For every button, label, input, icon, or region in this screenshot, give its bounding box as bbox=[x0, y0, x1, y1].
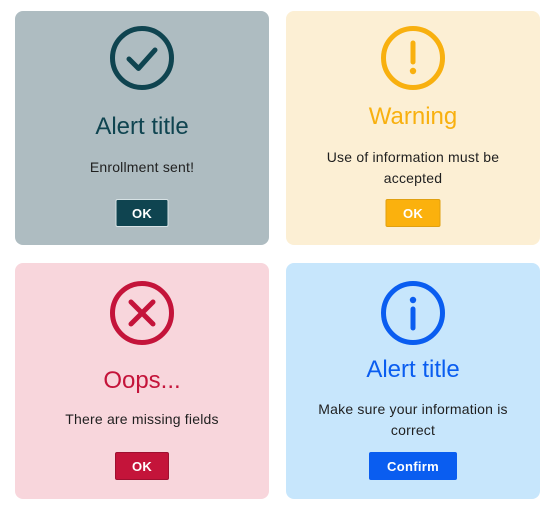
ok-button[interactable]: OK bbox=[115, 452, 169, 480]
alert-card-error: Oops... There are missing fields OK bbox=[15, 263, 269, 499]
alert-message: Make sure your information is correct bbox=[318, 401, 508, 438]
alert-message: There are missing fields bbox=[65, 411, 219, 427]
check-circle-icon bbox=[109, 25, 175, 91]
x-circle-icon bbox=[109, 280, 175, 346]
alert-card-warning: Warning Use of information must be accep… bbox=[286, 11, 540, 245]
info-circle-icon bbox=[380, 280, 446, 346]
alert-title: Alert title bbox=[95, 113, 189, 140]
exclamation-circle-icon bbox=[380, 25, 446, 91]
alert-message: Enrollment sent! bbox=[89, 159, 195, 175]
alert-message: Use of information must be accepted bbox=[326, 149, 500, 186]
confirm-button[interactable]: Confirm bbox=[369, 452, 457, 480]
alert-title: Warning bbox=[368, 103, 458, 130]
alert-title: Oops... bbox=[103, 367, 181, 394]
ok-button[interactable]: OK bbox=[115, 199, 169, 227]
alert-card-info: Alert title Make sure your information i… bbox=[286, 263, 540, 499]
ok-button[interactable]: OK bbox=[385, 199, 441, 227]
alert-card-success: Alert title Enrollment sent! OK bbox=[15, 11, 269, 245]
alert-title: Alert title bbox=[366, 356, 460, 383]
